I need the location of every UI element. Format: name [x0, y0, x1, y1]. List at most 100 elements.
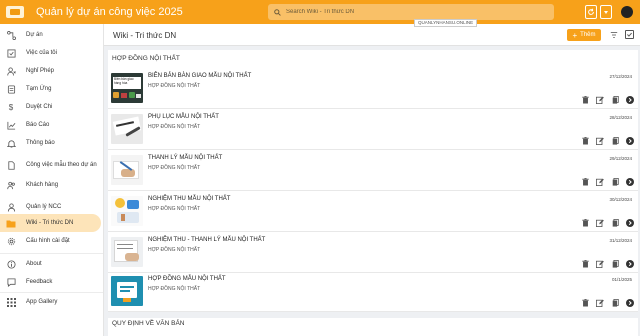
row-actions	[581, 219, 634, 227]
user-avatar[interactable]	[621, 6, 633, 18]
sidebar-item-label: Quản lý NCC	[26, 204, 62, 210]
sidebar-item-label: Wiki - Tri thức DN	[26, 220, 74, 226]
sidebar-item-cong-viec-mau[interactable]: Công việc mẫu theo dự án	[0, 156, 103, 174]
list-item[interactable]: THANH LÝ MẪU NỘI THẤT HỢP ĐỒNG NỘI THẤT …	[108, 151, 638, 191]
grid-icon	[6, 297, 16, 307]
delete-icon[interactable]	[581, 260, 589, 268]
edit-icon[interactable]	[596, 96, 604, 104]
task-icon	[6, 48, 16, 58]
list-item[interactable]: NGHIỆM THU MẪU NỘI THẤT HỢP ĐỒNG NỘI THẤ…	[108, 192, 638, 232]
document-category: HỢP ĐỒNG NỘI THẤT	[148, 124, 201, 130]
app-title: Quản lý dự án công việc 2025	[36, 6, 183, 18]
edit-icon[interactable]	[596, 219, 604, 227]
add-button[interactable]: + Thêm	[567, 29, 601, 41]
document-icon	[6, 160, 16, 170]
chart-icon	[6, 120, 16, 130]
select-all-checkbox[interactable]	[625, 30, 634, 39]
bell-icon	[6, 138, 16, 148]
document-title[interactable]: HỢP ĐỒNG MẪU NỘI THẤT	[148, 276, 226, 282]
sidebar-item-label: Cấu hình cài đặt	[26, 238, 70, 244]
sidebar-item-label: About	[26, 261, 42, 267]
list-item[interactable]: Biên bản giao hàng hóa BIÊN BẢN BÀN GIAO…	[108, 69, 638, 109]
sidebar-item-thong-bao[interactable]: Thông báo	[0, 134, 103, 152]
edit-icon[interactable]	[596, 299, 604, 307]
refresh-icon	[588, 8, 594, 15]
sidebar-item-label: Duyệt Chi	[26, 104, 53, 110]
sidebar-item-about[interactable]: About	[0, 255, 103, 273]
sidebar-item-label: Công việc mẫu theo dự án	[26, 162, 97, 168]
document-date: 29/12/2024	[609, 156, 632, 161]
sidebar-item-feedback[interactable]: Feedback	[0, 273, 103, 291]
advance-payment-icon	[6, 84, 16, 94]
supplier-icon	[6, 202, 16, 212]
document-date: 01/1/2025	[611, 277, 632, 282]
menu-dropdown-button[interactable]	[600, 5, 612, 19]
open-arrow-icon[interactable]	[626, 219, 634, 227]
delete-icon[interactable]	[581, 219, 589, 227]
open-arrow-icon[interactable]	[626, 137, 634, 145]
checkmark-icon	[627, 32, 632, 37]
list-item[interactable]: PHỤ LỤC MẪU NỘI THẤT HỢP ĐỒNG NỘI THẤT 2…	[108, 110, 638, 150]
plus-icon: +	[572, 30, 578, 40]
document-title[interactable]: NGHIỆM THU - THANH LÝ MẪU NỘI THẤT	[148, 237, 265, 243]
sidebar-item-label: Khách hàng	[26, 182, 59, 188]
copy-icon[interactable]	[611, 219, 619, 227]
sidebar-item-duyet-chi[interactable]: $ Duyệt Chi	[0, 98, 103, 116]
copy-icon[interactable]	[611, 96, 619, 104]
document-title[interactable]: PHỤ LỤC MẪU NỘI THẤT	[148, 114, 219, 120]
sidebar-item-nghi-phep[interactable]: Nghỉ Phép	[0, 62, 103, 80]
sidebar-item-bao-cao[interactable]: Báo Cáo	[0, 116, 103, 134]
row-actions	[581, 260, 634, 268]
document-thumbnail	[111, 155, 143, 185]
document-thumbnail	[111, 276, 143, 306]
delete-icon[interactable]	[581, 96, 589, 104]
feedback-icon	[6, 277, 16, 287]
list-item[interactable]: HỢP ĐỒNG MẪU NỘI THẤT HỢP ĐỒNG NỘI THẤT …	[108, 272, 638, 312]
open-arrow-icon[interactable]	[626, 260, 634, 268]
open-arrow-icon[interactable]	[626, 96, 634, 104]
search-input[interactable]	[286, 9, 526, 15]
app-logo	[6, 6, 24, 18]
document-category: HỢP ĐỒNG NỘI THẤT	[148, 206, 201, 212]
edit-icon[interactable]	[596, 137, 604, 145]
document-category: HỢP ĐỒNG NỘI THẤT	[148, 286, 201, 292]
wiki-icon	[6, 218, 16, 228]
section-gap	[108, 312, 638, 318]
edit-icon[interactable]	[596, 178, 604, 186]
sidebar-item-app-gallery[interactable]: App Gallery	[0, 293, 103, 311]
wiki-list: HỢP ĐỒNG NỘI THẤT Biên bản giao hàng hóa…	[108, 50, 638, 336]
edit-icon[interactable]	[596, 260, 604, 268]
info-icon	[6, 259, 16, 269]
list-item[interactable]: NGHIỆM THU - THANH LÝ MẪU NỘI THẤT HỢP Đ…	[108, 233, 638, 273]
sidebar-item-viec-cua-toi[interactable]: Việc của tôi	[0, 44, 103, 62]
copy-icon[interactable]	[611, 178, 619, 186]
filter-icon[interactable]	[610, 31, 618, 39]
search-box[interactable]	[268, 4, 554, 20]
row-actions	[581, 96, 634, 104]
document-title[interactable]: NGHIỆM THU MẪU NỘI THẤT	[148, 196, 230, 202]
delete-icon[interactable]	[581, 178, 589, 186]
refresh-button[interactable]	[585, 5, 597, 19]
document-thumbnail	[111, 196, 143, 226]
open-arrow-icon[interactable]	[626, 299, 634, 307]
copy-icon[interactable]	[611, 260, 619, 268]
sidebar-item-label: Việc của tôi	[26, 50, 57, 56]
sidebar-item-du-an[interactable]: Dự án	[0, 26, 103, 44]
document-title[interactable]: THANH LÝ MẪU NỘI THẤT	[148, 155, 222, 161]
sidebar-item-khach-hang[interactable]: Khách hàng	[0, 176, 103, 194]
copy-icon[interactable]	[611, 299, 619, 307]
document-category: HỢP ĐỒNG NỘI THẤT	[148, 165, 201, 171]
document-date: 31/12/2024	[609, 238, 632, 243]
document-date: 30/12/2024	[609, 197, 632, 202]
sidebar-item-label: Dự án	[26, 32, 43, 38]
open-arrow-icon[interactable]	[626, 178, 634, 186]
copy-icon[interactable]	[611, 137, 619, 145]
sidebar-item-wiki[interactable]: Wiki - Tri thức DN	[0, 214, 101, 232]
delete-icon[interactable]	[581, 137, 589, 145]
sidebar-item-tam-ung[interactable]: Tạm Ứng	[0, 80, 103, 98]
delete-icon[interactable]	[581, 299, 589, 307]
document-thumbnail	[111, 237, 143, 267]
sidebar-item-cau-hinh[interactable]: Cấu hình cài đặt	[0, 232, 103, 250]
person-leave-icon	[6, 66, 16, 76]
document-title[interactable]: BIÊN BẢN BÀN GIAO MẪU NỘI THẤT	[148, 73, 251, 79]
